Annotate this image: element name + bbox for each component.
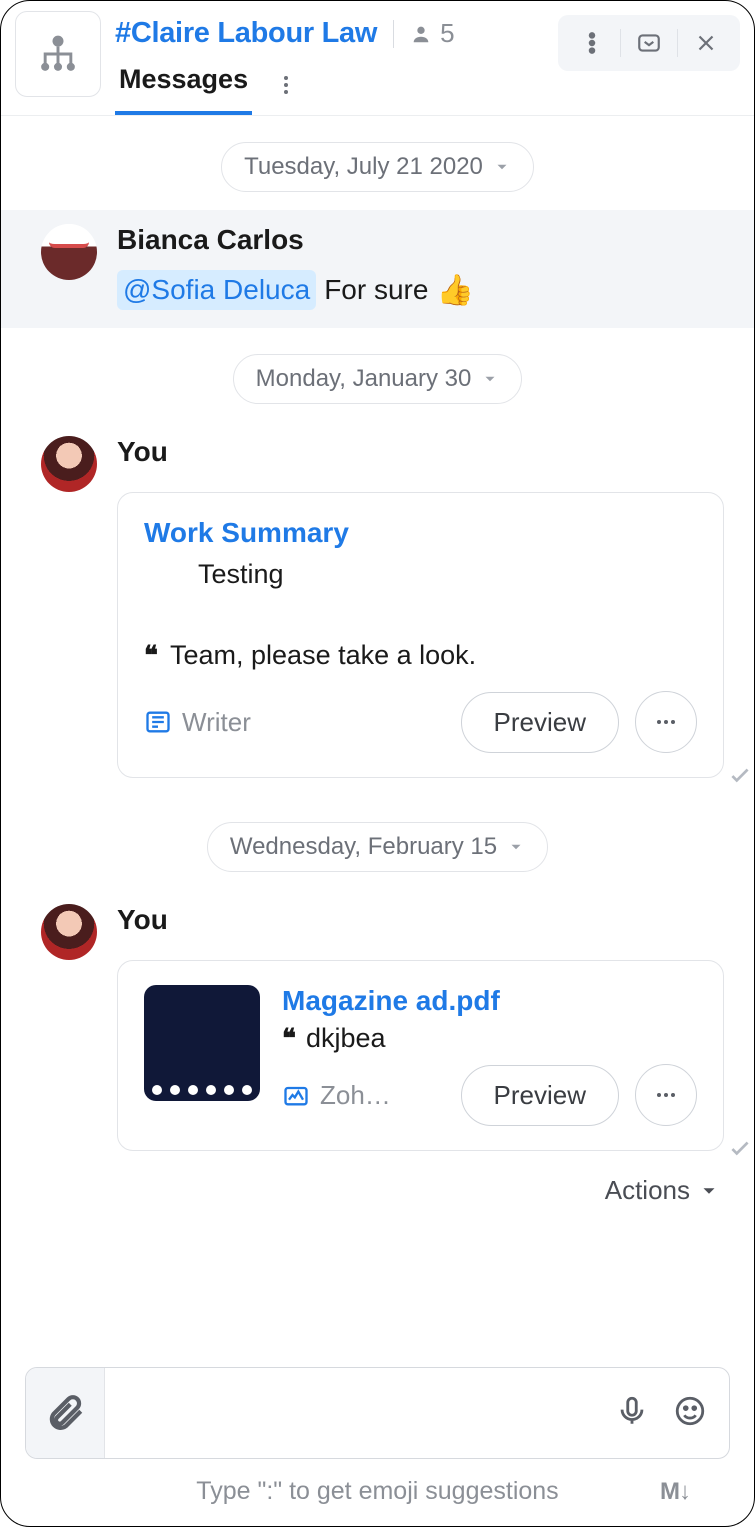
person-icon: [410, 23, 432, 45]
mention[interactable]: @Sofia Deluca: [117, 270, 316, 310]
header-more-button[interactable]: [564, 15, 620, 71]
attachment-quote: ❝ Team, please take a look.: [144, 640, 697, 671]
attachment-quote: ❝ dkjbea: [282, 1023, 697, 1054]
quote-icon: ❝: [282, 1024, 296, 1054]
attachment-more-button[interactable]: [635, 1064, 697, 1126]
avatar[interactable]: [41, 224, 97, 280]
voice-button[interactable]: [615, 1394, 649, 1433]
message-composer: [25, 1367, 730, 1459]
smile-icon: [673, 1394, 707, 1428]
date-separator[interactable]: Wednesday, February 15: [207, 822, 548, 872]
tab-messages[interactable]: Messages: [115, 54, 252, 115]
zoho-app-icon: [282, 1081, 310, 1109]
chevron-down-icon: [507, 838, 525, 856]
workspace-icon-button[interactable]: [15, 11, 101, 97]
divider: [393, 20, 394, 48]
attachment-title[interactable]: Work Summary: [144, 517, 697, 549]
thumbs-up-emoji: 👍: [436, 271, 473, 310]
header-action-bar: [558, 15, 740, 71]
chevron-down-icon: [481, 370, 499, 388]
message-author[interactable]: You: [117, 904, 724, 936]
close-icon: [693, 30, 719, 56]
member-count[interactable]: 5: [410, 18, 454, 49]
message-row: You Magazine ad.pdf ❝ dkjbea: [1, 890, 754, 1169]
actions-dropdown[interactable]: Actions: [1, 1169, 754, 1214]
quote-text: Team, please take a look.: [170, 640, 476, 671]
message-author[interactable]: Bianca Carlos: [117, 224, 724, 256]
chevron-down-icon: [698, 1180, 720, 1202]
attachment-card: Magazine ad.pdf ❝ dkjbea Zoh… Preview: [117, 960, 724, 1151]
quote-text: dkjbea: [306, 1023, 386, 1054]
panel-icon: [636, 30, 662, 56]
vertical-dots-icon: [274, 73, 298, 97]
channel-title[interactable]: #Claire Labour Law: [115, 17, 377, 50]
close-button[interactable]: [678, 15, 734, 71]
preview-button[interactable]: Preview: [461, 1065, 619, 1126]
date-label: Wednesday, February 15: [230, 833, 497, 861]
member-count-value: 5: [440, 18, 454, 49]
emoji-button[interactable]: [673, 1394, 707, 1433]
avatar[interactable]: [41, 904, 97, 960]
attachment-more-button[interactable]: [635, 691, 697, 753]
date-separator[interactable]: Tuesday, July 21 2020: [221, 142, 534, 192]
attachment-card: Work Summary Testing ❝ Team, please take…: [117, 492, 724, 778]
message-text: @Sofia Deluca For sure 👍: [117, 270, 724, 310]
quote-icon: ❝: [144, 641, 158, 671]
message-author[interactable]: You: [117, 436, 724, 468]
paperclip-icon: [44, 1392, 86, 1434]
file-thumbnail[interactable]: [144, 985, 260, 1101]
microphone-icon: [615, 1394, 649, 1428]
message-row: Bianca Carlos @Sofia Deluca For sure 👍: [1, 210, 754, 328]
horizontal-dots-icon: [654, 710, 678, 734]
composer-area: Type ":" to get emoji suggestions M↓: [1, 1367, 754, 1526]
source-app-label[interactable]: Zoh…: [282, 1080, 445, 1111]
date-separator[interactable]: Monday, January 30: [233, 354, 523, 404]
date-label: Monday, January 30: [256, 365, 472, 393]
delivered-check-icon: [727, 762, 753, 793]
message-text-body: For sure: [324, 272, 428, 308]
composer-hint: Type ":" to get emoji suggestions: [196, 1477, 558, 1506]
message-row: You Work Summary Testing ❝ Team, please …: [1, 422, 754, 796]
vertical-dots-icon: [579, 30, 605, 56]
actions-label: Actions: [605, 1175, 690, 1206]
header-panel-button[interactable]: [621, 15, 677, 71]
preview-button[interactable]: Preview: [461, 692, 619, 753]
org-hierarchy-icon: [36, 32, 80, 76]
avatar[interactable]: [41, 436, 97, 492]
tab-overflow-button[interactable]: [268, 67, 304, 103]
delivered-check-icon: [727, 1135, 753, 1166]
attachment-line: Testing: [144, 559, 697, 590]
attachment-title[interactable]: Magazine ad.pdf: [282, 985, 697, 1017]
source-app-label[interactable]: Writer: [144, 707, 445, 738]
markdown-toggle[interactable]: M↓: [660, 1478, 690, 1506]
attach-button[interactable]: [26, 1368, 105, 1458]
horizontal-dots-icon: [654, 1083, 678, 1107]
chevron-down-icon: [493, 158, 511, 176]
date-label: Tuesday, July 21 2020: [244, 153, 483, 181]
writer-app-icon: [144, 708, 172, 736]
message-list: Tuesday, July 21 2020 Bianca Carlos @Sof…: [1, 116, 754, 1367]
chat-header: #Claire Labour Law 5 Messages: [1, 1, 754, 116]
